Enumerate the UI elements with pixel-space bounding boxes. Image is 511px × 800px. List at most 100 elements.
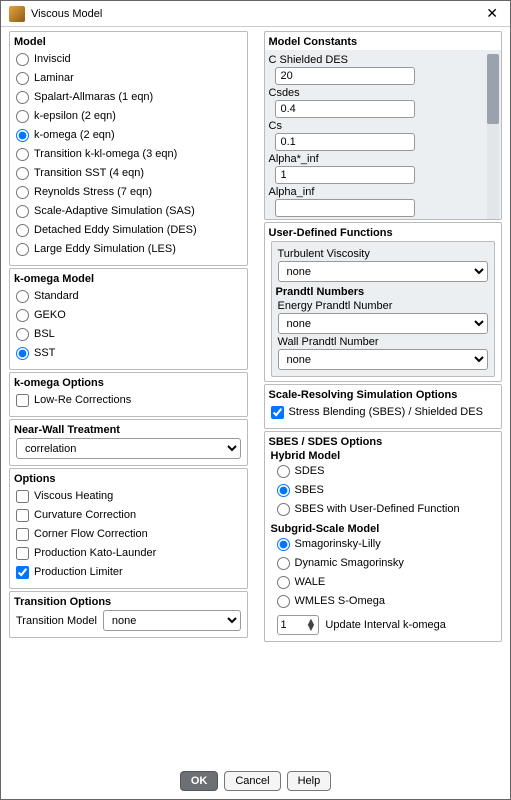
update-interval-label: Update Interval k-omega: [325, 619, 445, 631]
komega-model-radio[interactable]: [16, 328, 29, 341]
model-option: Transition SST (4 eqn): [16, 164, 241, 183]
subgrid-option: Dynamic Smagorinsky: [277, 554, 496, 573]
model-option: Transition k-kl-omega (3 eqn): [16, 145, 241, 164]
sbes-title: SBES / SDES Options: [269, 436, 496, 448]
model-constants-title: Model Constants: [263, 34, 502, 48]
model-radio[interactable]: [16, 167, 29, 180]
hybrid-label: SBES with User-Defined Function: [295, 501, 460, 518]
komega-model-radio[interactable]: [16, 309, 29, 322]
model-radio[interactable]: [16, 148, 29, 161]
transition-model-label: Transition Model: [16, 615, 97, 627]
subgrid-radio[interactable]: [277, 595, 290, 608]
subgrid-option: WALE: [277, 573, 496, 592]
model-option: Scale-Adaptive Simulation (SAS): [16, 202, 241, 221]
hybrid-radio[interactable]: [277, 484, 290, 497]
constant-input[interactable]: [275, 67, 415, 85]
model-radio[interactable]: [16, 53, 29, 66]
hybrid-option: SBES with User-Defined Function: [277, 500, 496, 519]
model-radio[interactable]: [16, 110, 29, 123]
group-options: Options Viscous HeatingCurvature Correct…: [9, 468, 248, 589]
option-checkbox[interactable]: [16, 509, 29, 522]
hybrid-radio[interactable]: [277, 465, 290, 478]
group-model: Model InviscidLaminarSpalart-Allmaras (1…: [9, 31, 248, 266]
model-label: Scale-Adaptive Simulation (SAS): [34, 203, 195, 220]
constant-label: Alpha_inf: [269, 186, 486, 198]
model-radio[interactable]: [16, 205, 29, 218]
constant-input[interactable]: [275, 166, 415, 184]
model-label: Transition SST (4 eqn): [34, 165, 144, 182]
model-radio[interactable]: [16, 91, 29, 104]
group-komega-options: k-omega Options Low-Re Corrections: [9, 372, 248, 417]
subgrid-radio[interactable]: [277, 538, 290, 551]
model-option: k-omega (2 eqn): [16, 126, 241, 145]
model-radio[interactable]: [16, 224, 29, 237]
srs-sbes-label: Stress Blending (SBES) / Shielded DES: [289, 404, 483, 421]
hybrid-model-title: Hybrid Model: [271, 450, 496, 462]
option-row: Production Kato-Launder: [16, 544, 241, 563]
constant-input[interactable]: [275, 100, 415, 118]
constant-input[interactable]: [275, 133, 415, 151]
komega-model-label: SST: [34, 345, 55, 362]
window-title: Viscous Model: [31, 8, 482, 20]
option-label: Production Limiter: [34, 564, 123, 581]
option-row: Production Limiter: [16, 563, 241, 582]
komega-option-checkbox[interactable]: [16, 394, 29, 407]
model-option: Detached Eddy Simulation (DES): [16, 221, 241, 240]
option-label: Curvature Correction: [34, 507, 136, 524]
subgrid-radio[interactable]: [277, 576, 290, 589]
komega-model-option: BSL: [16, 325, 241, 344]
ok-button[interactable]: OK: [180, 771, 219, 791]
srs-title: Scale-Resolving Simulation Options: [269, 389, 496, 401]
model-radio[interactable]: [16, 186, 29, 199]
prandtl-title: Prandtl Numbers: [276, 286, 489, 298]
subgrid-label: WALE: [295, 574, 326, 591]
prandtl-label: Wall Prandtl Number: [278, 336, 489, 348]
prandtl-select[interactable]: none: [278, 313, 489, 334]
option-label: Viscous Heating: [34, 488, 113, 505]
komega-model-radio[interactable]: [16, 290, 29, 303]
constant-label: C Shielded DES: [269, 54, 486, 66]
group-model-constants: Model Constants C Shielded DESCsdesCsAlp…: [264, 31, 503, 220]
model-radio[interactable]: [16, 72, 29, 85]
subgrid-radio[interactable]: [277, 557, 290, 570]
option-checkbox[interactable]: [16, 566, 29, 579]
constant-input[interactable]: [275, 199, 415, 217]
model-radio[interactable]: [16, 243, 29, 256]
option-checkbox[interactable]: [16, 547, 29, 560]
group-komega-model: k-omega Model StandardGEKOBSLSST: [9, 268, 248, 370]
komega-model-radio[interactable]: [16, 347, 29, 360]
hybrid-option: SDES: [277, 462, 496, 481]
update-interval-input[interactable]: [278, 617, 304, 633]
udf-turb-visc-select[interactable]: none: [278, 261, 489, 282]
option-row: Viscous Heating: [16, 487, 241, 506]
prandtl-select[interactable]: none: [278, 349, 489, 370]
model-label: Detached Eddy Simulation (DES): [34, 222, 197, 239]
transition-model-select[interactable]: none: [103, 610, 241, 631]
option-checkbox[interactable]: [16, 490, 29, 503]
model-label: k-epsilon (2 eqn): [34, 108, 116, 125]
model-radio[interactable]: [16, 129, 29, 142]
spinner-arrows-icon[interactable]: ▲▼: [304, 619, 319, 631]
hybrid-option: SBES: [277, 481, 496, 500]
srs-sbes-checkbox[interactable]: [271, 406, 284, 419]
model-option: Spalart-Allmaras (1 eqn): [16, 88, 241, 107]
option-checkbox[interactable]: [16, 528, 29, 541]
model-label: Large Eddy Simulation (LES): [34, 241, 176, 258]
constants-scrollbar[interactable]: [487, 54, 499, 219]
komega-model-option: Standard: [16, 287, 241, 306]
model-label: k-omega (2 eqn): [34, 127, 115, 144]
udf-turb-visc-label: Turbulent Viscosity: [278, 248, 489, 260]
hybrid-label: SBES: [295, 482, 324, 499]
near-wall-select[interactable]: correlation: [16, 438, 241, 459]
model-option: Large Eddy Simulation (LES): [16, 240, 241, 259]
cancel-button[interactable]: Cancel: [224, 771, 280, 791]
help-button[interactable]: Help: [287, 771, 332, 791]
subgrid-label: WMLES S-Omega: [295, 593, 385, 610]
komega-option-row: Low-Re Corrections: [16, 391, 241, 410]
hybrid-radio[interactable]: [277, 503, 290, 516]
subgrid-label: Smagorinsky-Lilly: [295, 536, 381, 553]
model-label: Reynolds Stress (7 eqn): [34, 184, 152, 201]
close-icon[interactable]: ✕: [482, 5, 502, 22]
model-label: Spalart-Allmaras (1 eqn): [34, 89, 153, 106]
update-interval-spinner[interactable]: ▲▼: [277, 615, 320, 635]
